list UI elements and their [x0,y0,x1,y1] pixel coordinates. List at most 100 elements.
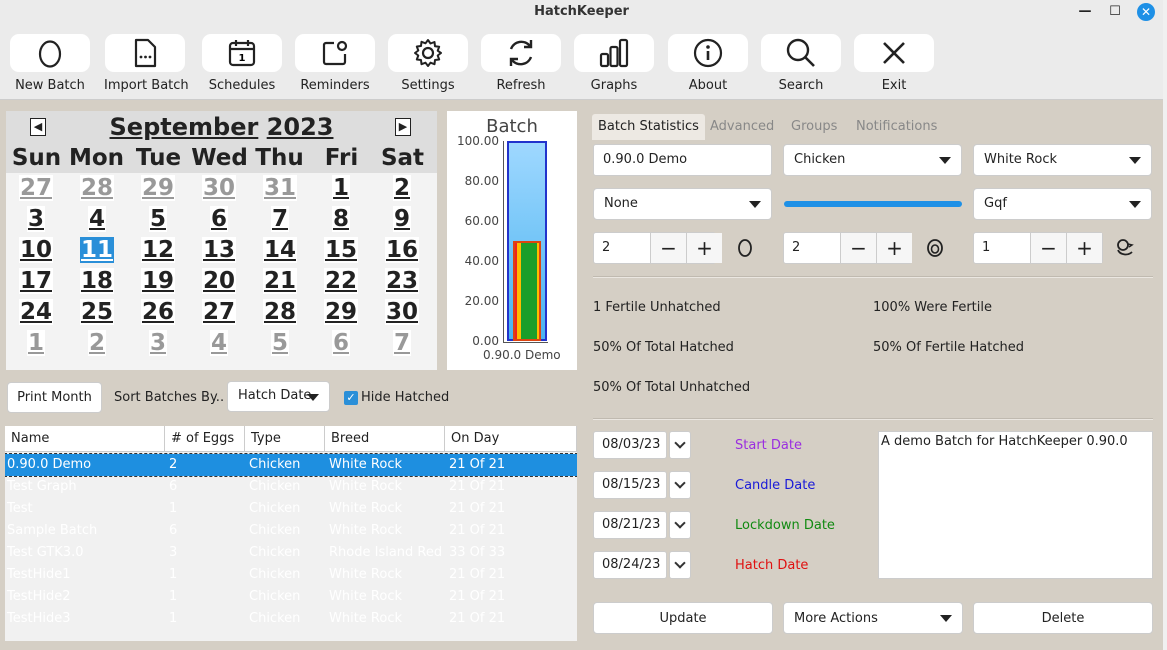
chevron-down-icon[interactable] [669,551,691,579]
delete-button[interactable]: Delete [973,602,1153,634]
calendar-day[interactable]: 5 [138,204,178,234]
hatched-stepper[interactable]: 1 − + [973,232,1103,264]
update-button[interactable]: Update [593,602,773,634]
calendar-day[interactable]: 3 [138,328,178,358]
calendar-day[interactable]: 6 [199,204,239,234]
tab-batch-statistics[interactable]: Batch Statistics [592,114,705,140]
table-row[interactable]: Sample Batch 6 Chicken White Rock 21 Of 21 [5,520,577,542]
exit-button[interactable]: Exit [853,34,935,93]
calendar-day[interactable]: 27 [16,173,56,203]
chevron-down-icon[interactable] [669,511,691,539]
fertile-stepper[interactable]: 2 − + [783,232,912,264]
calendar-day[interactable]: 22 [321,266,361,296]
calendar-day[interactable]: 26 [138,297,178,327]
calendar-day[interactable]: 10 [16,235,56,265]
calendar-day[interactable]: 23 [382,266,422,296]
table-row[interactable]: Test GTK3.0 3 Chicken Rhode Island Red 33 Of… [5,542,577,564]
table-row[interactable]: TestHide3 1 Chicken White Rock 21 Of 21 [5,608,577,630]
calendar-day[interactable]: 1 [16,328,56,358]
hide-hatched-checkbox[interactable]: ✓ [344,391,358,405]
calendar-day[interactable]: 16 [382,235,422,265]
print-month-button[interactable]: Print Month [7,382,102,413]
group-select[interactable]: None [593,188,772,220]
calendar-day[interactable]: 28 [260,297,300,327]
date-value[interactable]: 08/24/23 [593,551,667,579]
calendar-day[interactable]: 7 [382,328,422,358]
calendar-day[interactable]: 2 [382,173,422,203]
calendar-day[interactable]: 24 [16,297,56,327]
about-button[interactable]: About [667,34,749,93]
column-header[interactable]: Type [245,426,325,452]
prev-month-button[interactable]: ◀ [30,118,46,136]
close-icon[interactable]: ✕ [1137,3,1155,21]
calendar-day[interactable]: 17 [16,266,56,296]
fertile-decrement-button[interactable]: − [840,233,876,263]
extra-select[interactable]: Gqf [973,188,1152,220]
chevron-down-icon[interactable] [669,471,691,499]
calendar-day[interactable]: 13 [199,235,239,265]
notes-textarea[interactable]: A demo Batch for HatchKeeper 0.90.0 [878,431,1153,579]
scrollbar[interactable] [1163,0,1167,650]
calendar-day[interactable]: 30 [382,297,422,327]
calendar-day[interactable]: 8 [321,204,361,234]
calendar-day[interactable]: 30 [199,173,239,203]
graphs-button[interactable]: Graphs [573,34,655,93]
table-row[interactable]: 0.90.0 Demo 2 Chicken White Rock 21 Of 21 [5,453,577,477]
column-header[interactable]: On Day [445,426,577,452]
calendar-day[interactable]: 29 [321,297,361,327]
tab-advanced[interactable]: Advanced [710,114,774,140]
table-row[interactable]: TestHide1 1 Chicken White Rock 21 Of 21 [5,564,577,586]
tab-notifications[interactable]: Notifications [856,114,937,140]
calendar-day[interactable]: 12 [138,235,178,265]
calendar-day[interactable]: 3 [16,204,56,234]
import-batch-button[interactable]: Import Batch [104,34,189,93]
new-batch-button[interactable]: New Batch [9,34,91,93]
date-value[interactable]: 08/03/23 [593,431,667,459]
next-month-button[interactable]: ▶ [395,118,411,136]
column-header[interactable]: # of Eggs [165,426,245,452]
breed-select[interactable]: White Rock [973,144,1152,176]
color-picker[interactable] [784,201,962,207]
fertile-increment-button[interactable]: + [876,233,912,263]
eggs-increment-button[interactable]: + [686,233,722,263]
calendar-day[interactable]: 2 [77,328,117,358]
calendar-day[interactable]: 27 [199,297,239,327]
type-select[interactable]: Chicken [783,144,962,176]
calendar-day[interactable]: 1 [321,173,361,203]
table-row[interactable]: Test 1 Chicken White Rock 21 Of 21 [5,498,577,520]
table-row[interactable]: TestHide2 1 Chicken White Rock 21 Of 21 [5,586,577,608]
calendar-day[interactable]: 14 [260,235,300,265]
hatched-decrement-button[interactable]: − [1030,233,1066,263]
calendar-day[interactable]: 9 [382,204,422,234]
more-actions-select[interactable]: More Actions [783,602,963,634]
search-button[interactable]: Search [760,34,842,93]
column-header[interactable]: Breed [325,426,445,452]
calendar-day[interactable]: 18 [77,266,117,296]
column-header[interactable]: Name [5,426,165,452]
chevron-down-icon[interactable] [669,431,691,459]
calendar-day[interactable]: 15 [321,235,361,265]
calendar-day[interactable]: 7 [260,204,300,234]
calendar-day[interactable]: 6 [321,328,361,358]
batch-name-field[interactable]: 0.90.0 Demo [593,144,772,176]
refresh-button[interactable]: Refresh [480,34,562,93]
calendar-day[interactable]: 4 [77,204,117,234]
calendar-day[interactable]: 19 [138,266,178,296]
table-row[interactable]: Test Graph 6 Chicken White Rock 21 Of 21 [5,476,577,498]
calendar-day[interactable]: 28 [77,173,117,203]
calendar-day[interactable]: 4 [199,328,239,358]
hatched-increment-button[interactable]: + [1066,233,1102,263]
schedules-button[interactable]: 1 Schedules [201,34,283,93]
maximize-icon[interactable]: ☐ [1107,4,1123,20]
eggs-decrement-button[interactable]: − [650,233,686,263]
calendar-day[interactable]: 5 [260,328,300,358]
date-value[interactable]: 08/21/23 [593,511,667,539]
calendar-day[interactable]: 20 [199,266,239,296]
calendar-day[interactable]: 25 [77,297,117,327]
tab-groups[interactable]: Groups [791,114,837,140]
eggs-stepper[interactable]: 2 − + [593,232,722,264]
date-value[interactable]: 08/15/23 [593,471,667,499]
calendar-day[interactable]: 11 [77,235,117,265]
calendar-day[interactable]: 21 [260,266,300,296]
calendar-day[interactable]: 29 [138,173,178,203]
